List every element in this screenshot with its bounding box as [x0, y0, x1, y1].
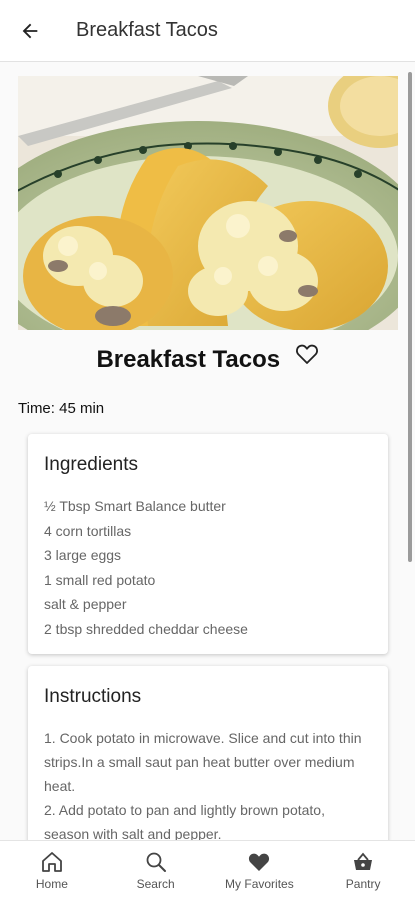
heart-outline-icon [295, 344, 318, 364]
cook-time: Time: 45 min [18, 400, 105, 417]
recipe-title: Breakfast Tacos [96, 346, 281, 373]
scrollbar[interactable] [408, 72, 412, 562]
ingredients-title: Ingredients [44, 454, 139, 475]
page-title: Breakfast Tacos [76, 19, 218, 41]
recipe-image [18, 76, 398, 330]
nav-label: Pantry [345, 877, 381, 891]
ingredients-list: ½ Tbsp Smart Balance butter 4 corn torti… [44, 494, 372, 641]
instructions-card: Instructions 1. Cook potato in microwave… [28, 666, 388, 840]
list-item: ½ Tbsp Smart Balance butter [44, 498, 226, 514]
arrow-back-icon [22, 23, 38, 38]
favorite-button[interactable] [295, 343, 319, 370]
list-item: 4 corn tortillas [44, 522, 132, 539]
back-button[interactable] [0, 0, 60, 62]
nav-label: Search [136, 877, 175, 891]
instructions-text: 1. Cook potato in microwave. Slice and c… [44, 730, 362, 840]
recipe-title-row: Breakfast Tacos [0, 343, 415, 374]
ingredients-card: Ingredients ½ Tbsp Smart Balance butter … [28, 434, 388, 654]
recipe-content[interactable]: Breakfast Tacos Time: 45 min Ingredients… [0, 62, 415, 840]
heart-filled-icon [249, 853, 270, 871]
bottom-navigation: Home Search My Favorites Pantry [0, 840, 415, 900]
search-icon [146, 852, 166, 872]
home-icon [41, 852, 62, 872]
nav-label: My Favorites [225, 877, 294, 891]
list-item: 2 tbsp shredded cheddar cheese [44, 620, 248, 637]
nav-item-pantry[interactable]: Pantry [311, 841, 415, 900]
list-item: 1 small red potato [44, 571, 156, 588]
app-bar: Breakfast Tacos [0, 0, 415, 62]
instructions-title: Instructions [44, 686, 142, 707]
nav-item-favorites[interactable]: My Favorites [208, 841, 312, 900]
list-item: 3 large eggs [44, 547, 122, 563]
basket-icon [354, 852, 373, 870]
list-item: salt & pepper [44, 596, 127, 612]
nav-label: Home [35, 877, 68, 891]
nav-item-search[interactable]: Search [104, 841, 208, 900]
nav-item-home[interactable]: Home [0, 841, 104, 900]
